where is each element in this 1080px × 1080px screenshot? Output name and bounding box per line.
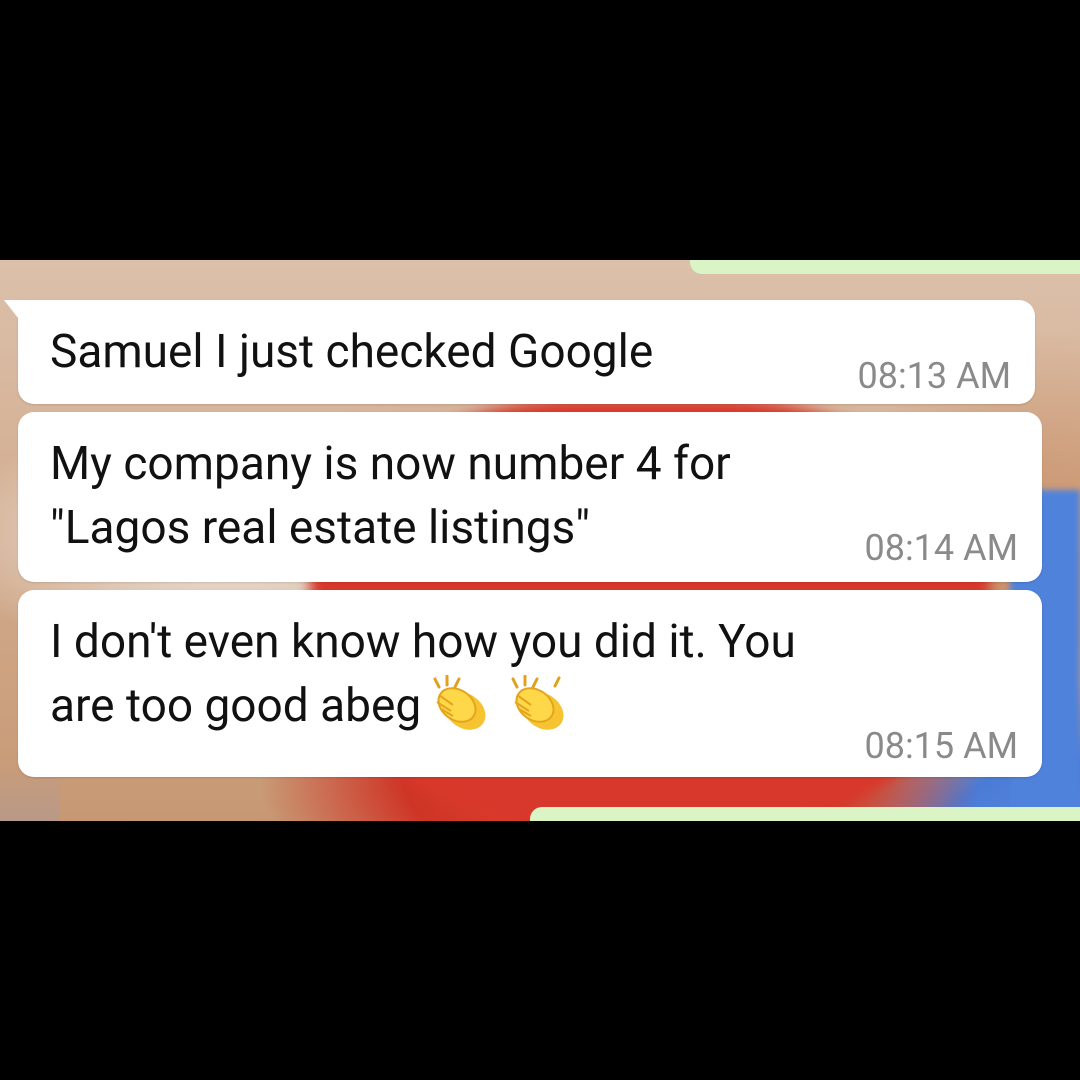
incoming-message[interactable]: Samuel I just checked Google 08:13 AM xyxy=(4,300,1035,404)
message-text: My company is now number 4 for "Lagos re… xyxy=(50,437,731,555)
outgoing-bubble-edge xyxy=(690,260,1080,274)
clapping-hands-emoji-icon xyxy=(511,675,564,730)
incoming-message[interactable]: My company is now number 4 for "Lagos re… xyxy=(18,412,1042,582)
screenshot-frame: Samuel I just checked Google 08:13 AM My… xyxy=(0,0,1080,1080)
outgoing-bubble-edge xyxy=(530,807,1080,821)
message-text: I don't even know how you did it. You ar… xyxy=(50,610,796,738)
clapping-hands-emoji-icon xyxy=(433,675,486,730)
message-text-line: are too good abeg xyxy=(50,679,422,733)
message-text: Samuel I just checked Google xyxy=(50,325,654,379)
message-timestamp: 08:14 AM xyxy=(864,527,1019,569)
chat-area: Samuel I just checked Google 08:13 AM My… xyxy=(0,260,1080,821)
message-timestamp: 08:15 AM xyxy=(864,725,1019,767)
message-text-line: I don't even know how you did it. You xyxy=(50,615,796,669)
message-timestamp: 08:13 AM xyxy=(857,355,1012,397)
incoming-message[interactable]: I don't even know how you did it. You ar… xyxy=(18,590,1042,777)
